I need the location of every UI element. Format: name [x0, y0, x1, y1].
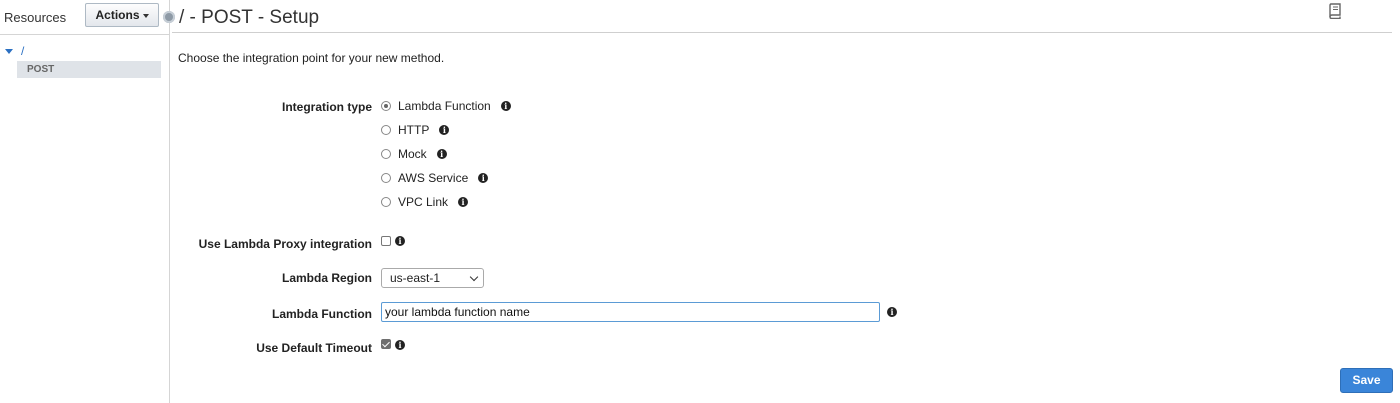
chevron-down-icon [469, 272, 479, 282]
intro-text: Choose the integration point for your ne… [178, 51, 445, 65]
radio-option-aws-service[interactable]: AWS Service i [381, 171, 489, 185]
radio-option-mock[interactable]: Mock i [381, 147, 447, 161]
radio-label-aws-service: AWS Service [398, 171, 469, 185]
resources-sidebar: Resources Actions / POST [0, 0, 170, 403]
resources-title: Resources [4, 10, 67, 25]
lambda-function-input[interactable] [381, 302, 880, 322]
radio-label-mock: Mock [398, 147, 427, 161]
expand-arrow-icon[interactable] [5, 49, 13, 55]
radio-vpc-link[interactable] [381, 197, 391, 207]
radio-mock[interactable] [381, 149, 391, 159]
tree-item-root[interactable]: / [5, 44, 24, 58]
collapse-sidebar-icon[interactable] [163, 11, 175, 23]
info-icon[interactable]: i [439, 125, 450, 135]
radio-lambda-function[interactable] [381, 101, 391, 111]
radio-label-vpc-link: VPC Link [398, 195, 449, 209]
default-timeout-checkbox[interactable] [381, 339, 391, 349]
lambda-function-label: Lambda Function [272, 307, 372, 321]
info-icon[interactable]: i [887, 307, 897, 317]
lambda-proxy-label: Use Lambda Proxy integration [198, 237, 372, 251]
default-timeout-label: Use Default Timeout [256, 341, 372, 355]
radio-label-lambda-function: Lambda Function [398, 99, 491, 113]
page-title: / - POST - Setup [179, 7, 320, 28]
radio-option-lambda-function[interactable]: Lambda Function i [381, 99, 511, 113]
tree-item-post[interactable]: POST [17, 61, 161, 78]
lambda-region-value: us-east-1 [390, 271, 441, 285]
integration-type-label: Integration type [281, 100, 372, 114]
info-icon[interactable]: i [500, 101, 511, 111]
radio-http[interactable] [381, 125, 391, 135]
lambda-region-select[interactable]: us-east-1 [381, 268, 484, 288]
sidebar-header: Resources Actions [0, 0, 169, 35]
actions-button-label: Actions [95, 8, 140, 22]
radio-option-http[interactable]: HTTP i [381, 123, 450, 137]
lambda-proxy-checkbox[interactable] [381, 236, 391, 246]
caret-down-icon [142, 13, 149, 18]
save-button[interactable]: Save [1340, 368, 1393, 393]
radio-aws-service[interactable] [381, 173, 391, 183]
info-icon[interactable]: i [458, 197, 469, 207]
documentation-book-icon[interactable] [1328, 3, 1342, 19]
info-icon[interactable]: i [436, 149, 447, 159]
radio-option-vpc-link[interactable]: VPC Link i [381, 195, 469, 209]
info-icon[interactable]: i [395, 236, 405, 246]
radio-label-http: HTTP [398, 123, 430, 137]
lambda-region-label: Lambda Region [281, 271, 372, 285]
info-icon[interactable]: i [478, 173, 489, 183]
info-icon[interactable]: i [395, 340, 405, 350]
tree-root-label: / [21, 44, 25, 58]
actions-button[interactable]: Actions [85, 3, 159, 27]
header-divider [172, 32, 1392, 33]
